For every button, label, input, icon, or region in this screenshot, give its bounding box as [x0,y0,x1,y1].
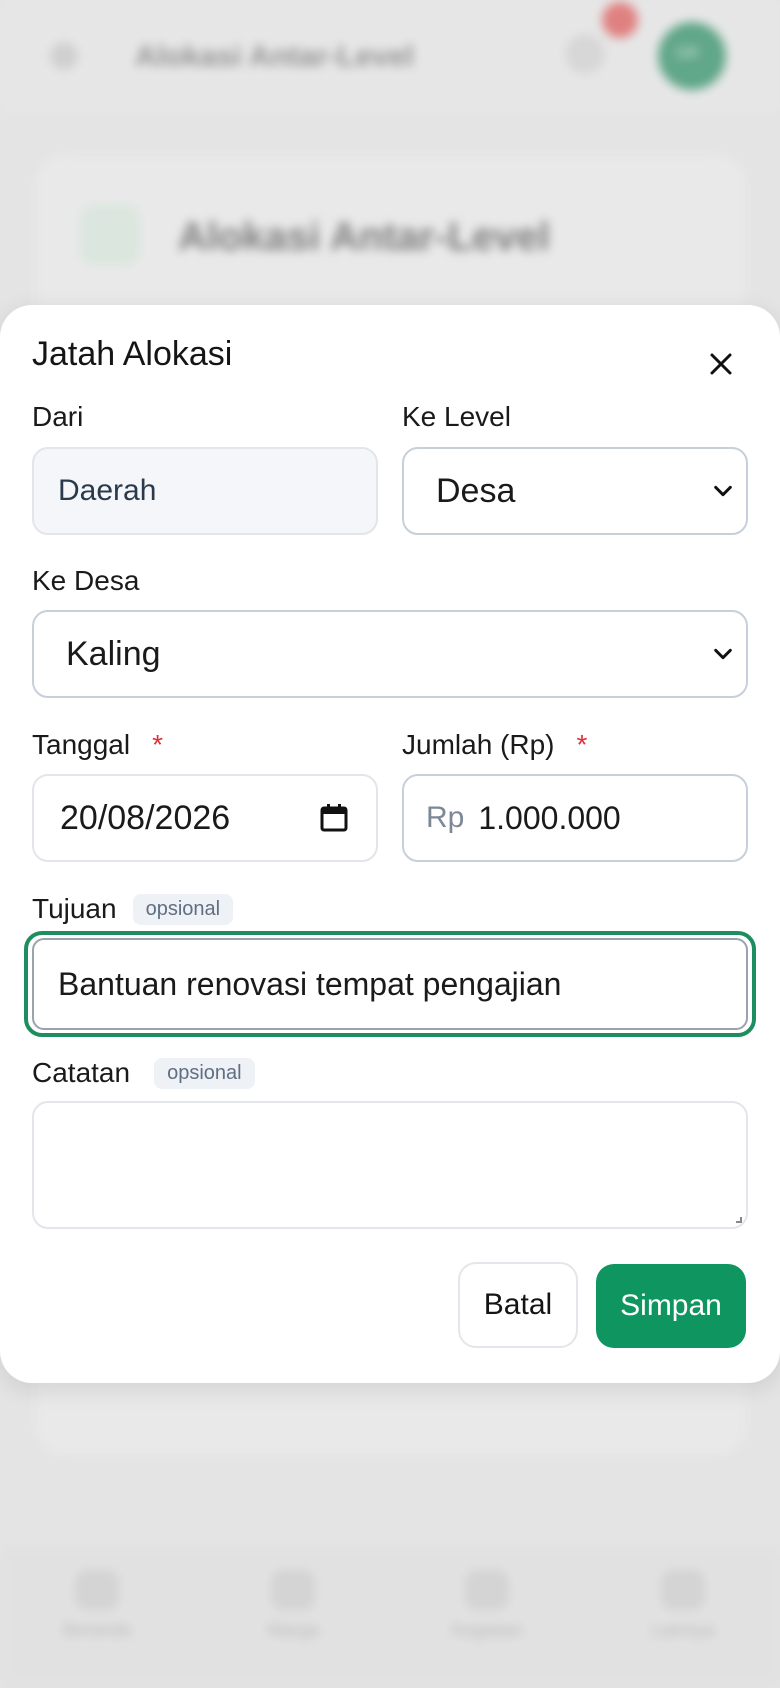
ke-desa-value: Kaling [66,634,161,673]
currency-prefix: Rp [426,801,465,834]
allocation-modal: Jatah Alokasi Dari Daerah Ke Level Desa … [0,305,780,1383]
jumlah-input[interactable]: Rp 1.000.000 [402,774,748,862]
ke-desa-select[interactable]: Kaling [32,610,748,698]
tujuan-value: Bantuan renovasi tempat pengajian [58,965,562,1002]
save-button[interactable]: Simpan [596,1264,746,1348]
catatan-textarea[interactable] [32,1101,748,1229]
catatan-label: Catatan opsional [32,1057,255,1089]
tujuan-input[interactable]: Bantuan renovasi tempat pengajian [32,938,748,1030]
tanggal-label: Tanggal * [32,729,163,760]
dari-field: Daerah [32,447,378,535]
ke-desa-label: Ke Desa [32,565,140,596]
calendar-icon[interactable] [320,803,348,833]
close-icon [710,353,732,375]
optional-tag: opsional [154,1057,255,1089]
optional-tag: opsional [132,893,234,925]
ke-level-select[interactable]: Desa [402,447,748,535]
required-mark: * [152,729,163,760]
tanggal-input[interactable]: 20/08/2026 [32,774,378,862]
close-button[interactable] [700,343,742,385]
tujuan-label: Tujuan opsional [32,893,234,925]
chevron-down-icon [714,648,732,660]
cancel-button[interactable]: Batal [458,1262,578,1348]
resize-handle[interactable] [736,1217,742,1223]
ke-level-value: Desa [436,471,516,510]
ke-level-label: Ke Level [402,401,511,432]
jumlah-value: 1.000.000 [478,799,621,836]
dari-label: Dari [32,401,84,432]
tanggal-value: 20/08/2026 [60,798,231,837]
jumlah-label: Jumlah (Rp) * [402,729,588,760]
chevron-down-icon [714,485,732,497]
modal-title: Jatah Alokasi [32,335,233,373]
required-mark: * [576,729,588,760]
